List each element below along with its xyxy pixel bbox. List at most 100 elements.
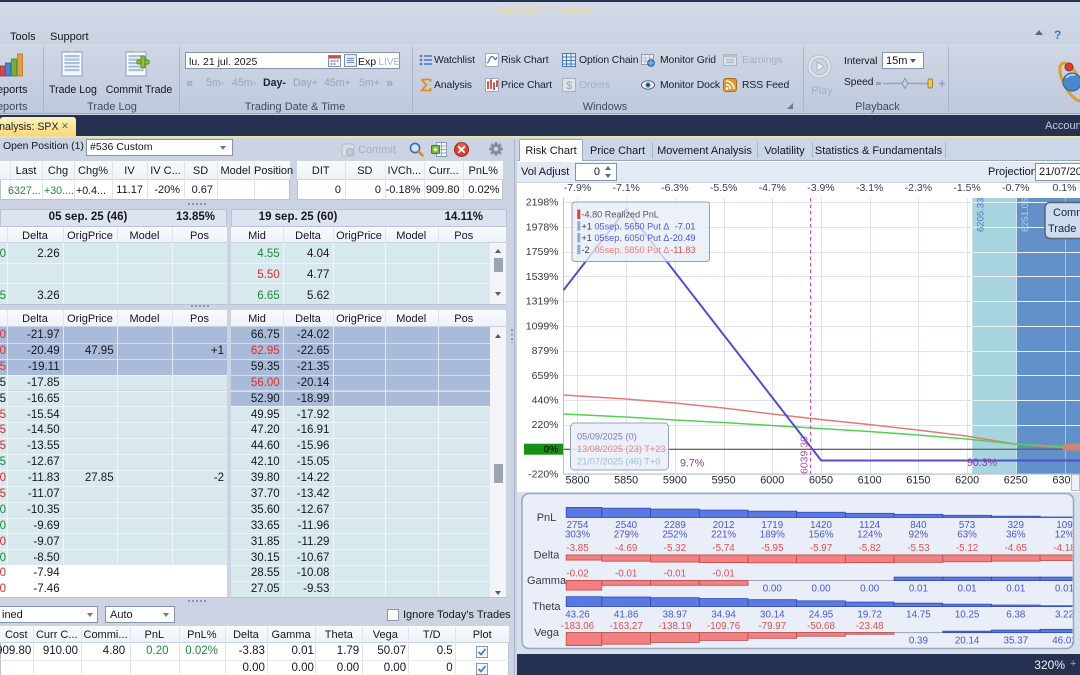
svg-text:+1: +1 — [581, 221, 591, 231]
svg-text:-0.02: -0.02 — [566, 569, 588, 580]
svg-text:41.86: 41.86 — [613, 609, 638, 620]
svg-text:-6.3%: -6.3% — [661, 182, 688, 194]
svg-text:189%: 189% — [759, 529, 784, 540]
svg-text:36%: 36% — [1005, 529, 1025, 540]
svg-text:Delta: Delta — [533, 550, 560, 562]
svg-text:-5.74: -5.74 — [712, 543, 735, 554]
svg-text:PnL: PnL — [536, 512, 556, 524]
svg-text:0.00: 0.00 — [811, 584, 831, 595]
svg-text:-5.12: -5.12 — [955, 543, 977, 554]
svg-text:21/07/2025 (46) T+0: 21/07/2025 (46) T+0 — [577, 456, 660, 466]
svg-text:440%: 440% — [531, 395, 558, 407]
svg-text:12%: 12% — [1054, 529, 1074, 540]
svg-text:-4.7%: -4.7% — [758, 182, 785, 194]
svg-text:-0.01: -0.01 — [615, 569, 637, 580]
svg-text:0.01: 0.01 — [957, 584, 976, 595]
svg-text:6050: 6050 — [808, 475, 832, 487]
svg-text:$: $ — [566, 80, 572, 92]
svg-text:879%: 879% — [531, 345, 558, 357]
svg-text:0.1%: 0.1% — [1052, 182, 1076, 194]
svg-text:-163.27: -163.27 — [609, 621, 642, 632]
svg-text:6250: 6250 — [1003, 475, 1027, 487]
svg-text:659%: 659% — [531, 370, 558, 382]
svg-text:0.00: 0.00 — [762, 584, 782, 595]
svg-text:-4.80 Realized PnL: -4.80 Realized PnL — [581, 210, 658, 220]
svg-text:-5.97: -5.97 — [809, 543, 831, 554]
svg-text:3.22: 3.22 — [1054, 609, 1073, 620]
svg-text:20.14: 20.14 — [954, 636, 979, 647]
svg-text:-0.7%: -0.7% — [1002, 182, 1029, 194]
svg-text:+1: +1 — [581, 233, 591, 243]
svg-text:6200: 6200 — [955, 475, 979, 487]
svg-text:156%: 156% — [808, 529, 833, 540]
svg-text:14.75: 14.75 — [906, 609, 931, 620]
svg-text:-7.1%: -7.1% — [612, 182, 639, 194]
svg-text:221%: 221% — [711, 529, 736, 540]
svg-text:05sep. 5650 Put Δ: 05sep. 5650 Put Δ — [594, 221, 669, 231]
svg-text:05sep. 5850 Put Δ: 05sep. 5850 Put Δ — [594, 245, 669, 255]
svg-text:-7.01: -7.01 — [674, 221, 695, 231]
svg-text:0.39: 0.39 — [908, 636, 927, 647]
svg-text:-2: -2 — [581, 245, 589, 255]
svg-text:-50.68: -50.68 — [807, 621, 835, 632]
svg-text:-5.32: -5.32 — [663, 543, 685, 554]
svg-text:38.97: 38.97 — [662, 609, 687, 620]
svg-text:124%: 124% — [857, 529, 882, 540]
svg-text:43.26: 43.26 — [565, 609, 590, 620]
svg-text:252%: 252% — [662, 529, 687, 540]
svg-text:90.3%: 90.3% — [967, 457, 998, 469]
svg-text:-138.19: -138.19 — [658, 621, 691, 632]
svg-text:6039.30: 6039.30 — [798, 436, 810, 474]
svg-text:Trade C: Trade C — [1048, 223, 1080, 235]
svg-text:34.94: 34.94 — [711, 609, 736, 620]
svg-text:24.95: 24.95 — [808, 609, 833, 620]
svg-text:Comm: Comm — [1053, 207, 1080, 219]
svg-text:6.38: 6.38 — [1006, 609, 1026, 620]
svg-text:220%: 220% — [531, 419, 558, 431]
svg-text:5900: 5900 — [662, 475, 686, 487]
svg-text:0%: 0% — [543, 444, 559, 456]
svg-text:-79.97: -79.97 — [758, 621, 786, 632]
svg-text:-5.53: -5.53 — [907, 543, 930, 554]
svg-text:35.37: 35.37 — [1003, 636, 1028, 647]
svg-text:-3.1%: -3.1% — [855, 182, 882, 194]
svg-text:-2.3%: -2.3% — [904, 182, 931, 194]
svg-text:-0.01: -0.01 — [663, 569, 685, 580]
svg-text:1099%: 1099% — [525, 320, 558, 332]
svg-text:303%: 303% — [564, 529, 589, 540]
svg-text:-3.9%: -3.9% — [807, 182, 834, 194]
svg-text:-109.76: -109.76 — [706, 621, 740, 632]
svg-text:5850: 5850 — [614, 475, 638, 487]
svg-text:10.25: 10.25 — [954, 609, 979, 620]
svg-text:63%: 63% — [957, 529, 977, 540]
svg-text:Gamma: Gamma — [526, 575, 566, 587]
svg-text:-11.83: -11.83 — [670, 245, 695, 255]
svg-text:1319%: 1319% — [525, 296, 558, 308]
svg-text:6150: 6150 — [906, 475, 930, 487]
svg-text:-5.95: -5.95 — [761, 543, 784, 554]
svg-text:9.7%: 9.7% — [680, 458, 705, 470]
svg-text:Vega: Vega — [533, 627, 559, 639]
svg-text:279%: 279% — [613, 529, 638, 540]
svg-text:5950: 5950 — [711, 475, 735, 487]
svg-text:05sep. 6050 Put Δ: 05sep. 6050 Put Δ — [594, 233, 669, 243]
svg-text:-20.49: -20.49 — [669, 233, 695, 243]
svg-text:05/09/2025 (0): 05/09/2025 (0) — [577, 432, 637, 442]
svg-text:0.01: 0.01 — [1006, 584, 1025, 595]
svg-text:-5.82: -5.82 — [858, 543, 880, 554]
svg-text:30.14: 30.14 — [760, 609, 785, 620]
svg-text:-0.01: -0.01 — [712, 569, 734, 580]
svg-text:-4.69: -4.69 — [615, 543, 637, 554]
svg-text:-183.06: -183.06 — [560, 621, 594, 632]
svg-text:13/08/2025 (23) T+23: 13/08/2025 (23) T+23 — [577, 444, 665, 454]
svg-text:6000: 6000 — [760, 475, 784, 487]
svg-text:2198%: 2198% — [525, 197, 558, 209]
svg-text:0.00: 0.00 — [860, 584, 880, 595]
svg-text:6205.33: 6205.33 — [975, 198, 986, 232]
svg-text:1978%: 1978% — [525, 221, 558, 233]
svg-text:-1.5%: -1.5% — [953, 182, 980, 194]
svg-text:-23.48: -23.48 — [855, 621, 883, 632]
svg-text:-7.9%: -7.9% — [563, 182, 590, 194]
svg-text:92%: 92% — [908, 529, 928, 540]
svg-text:Theta: Theta — [532, 601, 561, 613]
